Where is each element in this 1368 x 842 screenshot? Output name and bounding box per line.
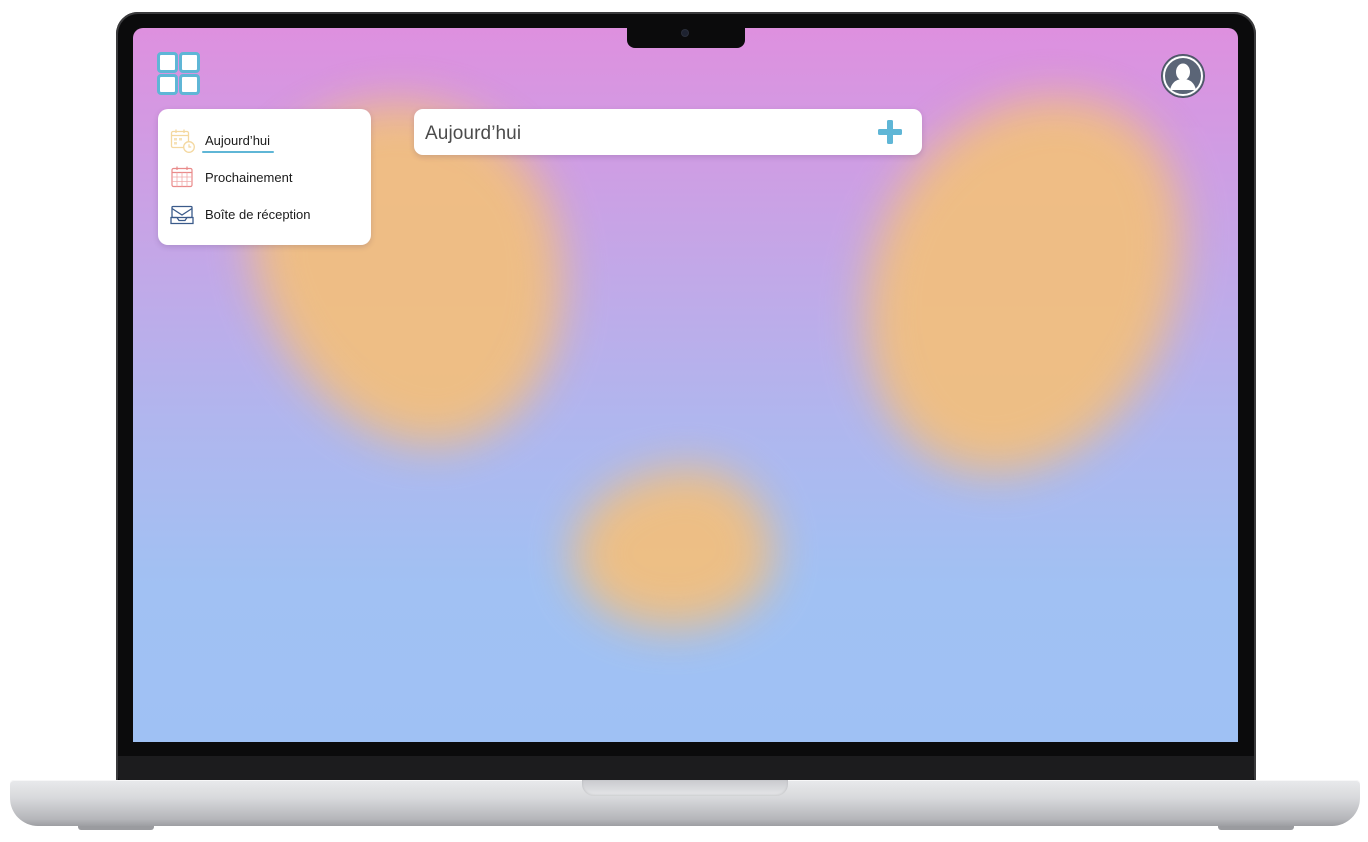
page-header: Aujourd’hui <box>414 109 922 155</box>
apps-grid-square <box>157 52 178 73</box>
sidebar-item-label: Aujourd’hui <box>201 132 275 153</box>
camera-icon <box>682 30 688 36</box>
plus-icon[interactable] <box>876 118 904 146</box>
calendar-clock-icon <box>170 128 195 153</box>
page-title: Aujourd’hui <box>425 123 522 144</box>
laptop-hinge-notch <box>582 780 788 796</box>
laptop-foot <box>1218 826 1294 830</box>
sidebar-item-boite-de-reception[interactable]: Boîte de réception <box>170 200 360 228</box>
screen-notch <box>627 28 745 48</box>
laptop-foot <box>78 826 154 830</box>
apps-grid-square <box>179 74 200 95</box>
sidebar-item-label: Prochainement <box>205 169 293 185</box>
user-avatar-icon[interactable] <box>1162 55 1204 97</box>
apps-grid-square <box>179 52 200 73</box>
sidebar-item-aujourdhui[interactable]: Aujourd’hui <box>170 126 360 154</box>
apps-grid-icon[interactable] <box>157 52 203 98</box>
calendar-grid-icon <box>170 165 194 189</box>
background-blob <box>573 468 773 628</box>
laptop-base <box>10 780 1360 826</box>
desktop-screen: Aujourd’hui Prochainement Boîte de récep… <box>133 28 1238 742</box>
inbox-icon <box>170 202 194 226</box>
apps-grid-square <box>157 74 178 95</box>
sidebar-menu: Aujourd’hui Prochainement Boîte de récep… <box>158 109 371 245</box>
laptop-chin <box>118 756 1254 782</box>
sidebar-item-label: Boîte de réception <box>205 206 311 222</box>
sidebar-item-prochainement[interactable]: Prochainement <box>170 163 360 191</box>
